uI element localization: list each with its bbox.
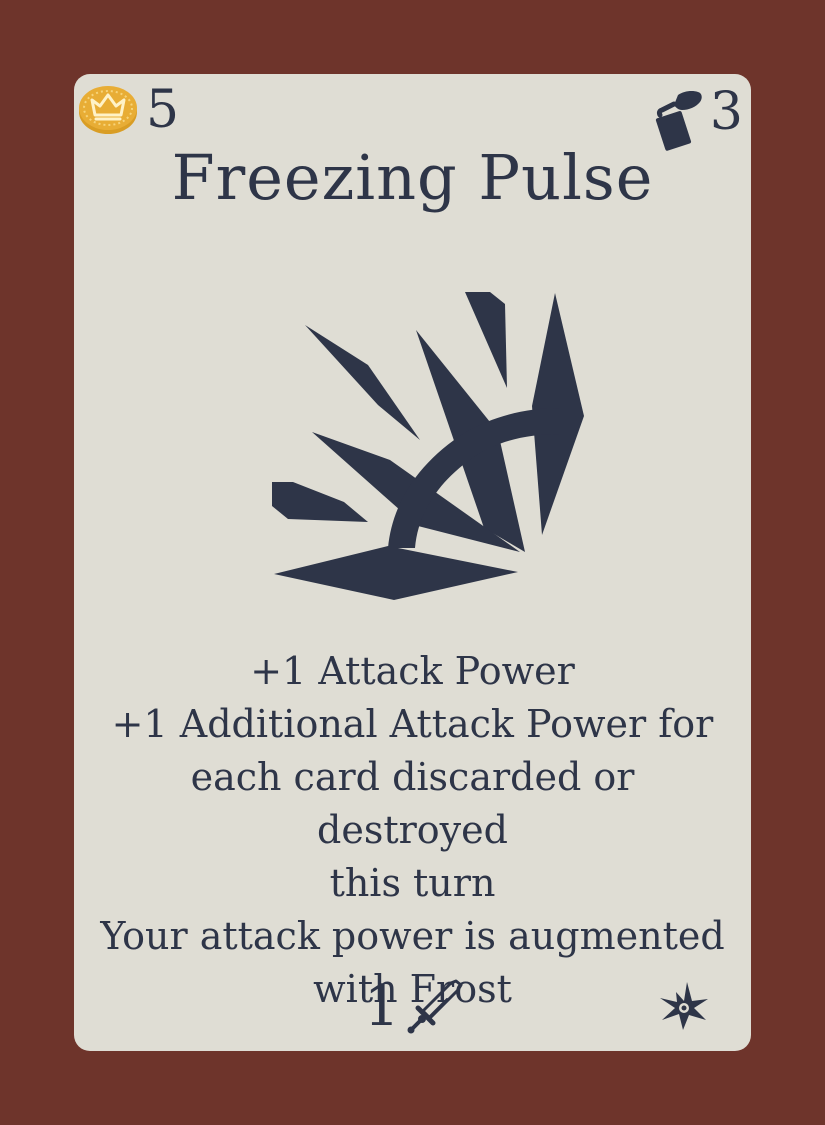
effect-line: +1 Additional Attack Power for bbox=[111, 702, 714, 746]
card-title: Freezing Pulse bbox=[171, 141, 654, 214]
attack-value: 1 bbox=[364, 974, 400, 1039]
coin-crown-icon bbox=[79, 86, 137, 134]
effect-line: this turn bbox=[329, 861, 496, 905]
cost-value: 5 bbox=[146, 80, 180, 140]
effect-line: +1 Attack Power bbox=[250, 649, 575, 693]
draw-value: 3 bbox=[709, 82, 743, 142]
card-effect-text: +1 Attack Power +1 Additional Attack Pow… bbox=[94, 645, 731, 1016]
effect-line: each card discarded or destroyed bbox=[190, 755, 635, 852]
freezing-pulse-art bbox=[272, 292, 584, 600]
effect-line: Your attack power is augmented bbox=[100, 914, 725, 958]
frost-icon bbox=[660, 982, 708, 1030]
sword-icon bbox=[407, 979, 463, 1034]
game-card[interactable]: 5 3 Freezing Pulse +1 Attack Power +1 Ad… bbox=[74, 74, 751, 1051]
